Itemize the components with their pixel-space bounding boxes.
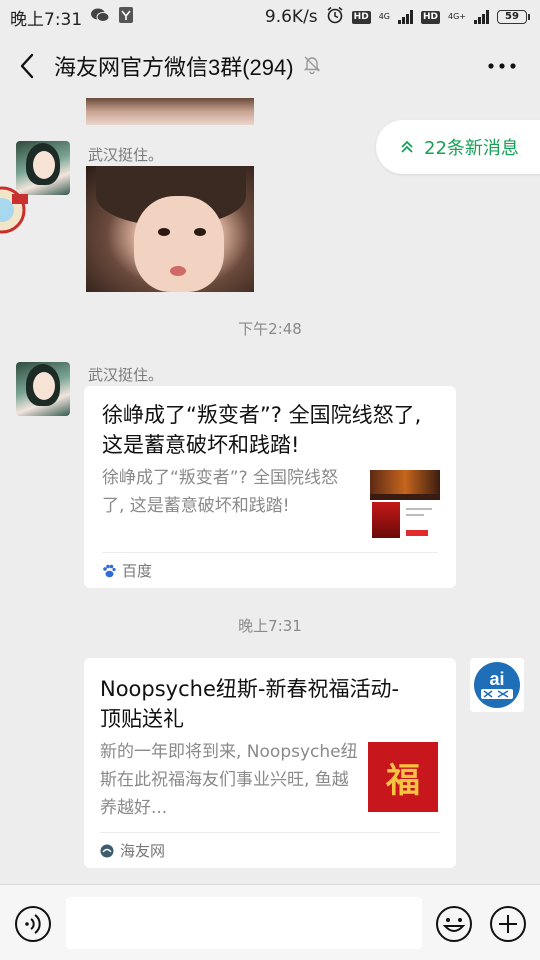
link-card-source-name: 百度 bbox=[122, 562, 153, 580]
message-timestamp: 下午2:48 bbox=[238, 320, 302, 338]
signal-icon bbox=[397, 10, 413, 24]
link-card-source-name-2: 海友网 bbox=[120, 842, 166, 860]
link-card-source: 百度 bbox=[102, 560, 152, 581]
link-card-thumbnail bbox=[370, 470, 440, 540]
link-card-description-2: 新的一年即将到来, Noopsyche纽斯在此祝福海友们事业兴旺, 鱼越养越好.… bbox=[100, 742, 358, 818]
previous-image-message[interactable] bbox=[86, 98, 254, 125]
new-messages-label: 22条新消息 bbox=[424, 138, 519, 159]
svg-text:ai: ai bbox=[489, 669, 504, 689]
sender-name-2: 武汉挺住。 bbox=[88, 366, 164, 384]
my-avatar[interactable]: ai bbox=[470, 658, 524, 712]
link-card-title: 徐峥成了“叛变者”? 全国院线怒了, 这是蓄意破坏和践踏! bbox=[102, 403, 422, 457]
image-message[interactable] bbox=[86, 166, 254, 292]
hd-badge-2: HD bbox=[420, 10, 440, 24]
voice-icon bbox=[15, 906, 51, 942]
plus-icon bbox=[490, 906, 526, 942]
thumb-fu-text: 福 bbox=[386, 760, 420, 801]
more-dots-icon bbox=[488, 63, 516, 69]
emoji-button[interactable] bbox=[435, 905, 473, 943]
link-card-source-2: 海友网 bbox=[100, 840, 165, 861]
alarm-icon bbox=[326, 6, 344, 29]
hd-badge: HD bbox=[351, 10, 371, 24]
link-card-description: 徐峥成了“叛变者”? 全国院线怒了, 这是蓄意破坏和践踏! bbox=[102, 468, 339, 516]
battery-icon: 59 bbox=[497, 10, 530, 24]
baidu-paw-icon bbox=[103, 564, 116, 577]
decorative-sticker bbox=[0, 184, 32, 240]
chevron-left-icon bbox=[20, 53, 34, 79]
ai-logo-icon: ai bbox=[474, 662, 520, 708]
network-type: 4G bbox=[378, 12, 390, 21]
double-chevron-up-icon bbox=[401, 140, 413, 153]
link-card-title-2: Noopsyche纽斯-新春祝福活动-顶贴送礼 bbox=[100, 677, 400, 731]
voice-input-button[interactable] bbox=[14, 905, 52, 943]
new-messages-button[interactable]: 22条新消息 bbox=[376, 120, 540, 174]
status-time: 晚上7:31 bbox=[10, 9, 83, 30]
link-card-news[interactable]: 徐峥成了“叛变者”? 全国院线怒了, 这是蓄意破坏和践踏! 徐峥成了“叛变者”?… bbox=[84, 386, 456, 588]
wechat-notification-icon bbox=[90, 7, 110, 28]
chat-header: 海友网官方微信3群(294) bbox=[0, 34, 540, 98]
status-bar: 晚上7:31 9.6K/s HD 4G HD 4G+ 59 bbox=[0, 0, 540, 34]
app-notification-icon bbox=[118, 6, 134, 29]
signal-icon-2 bbox=[474, 10, 489, 24]
message-timestamp-2: 晚上7:31 bbox=[238, 617, 302, 635]
network-type-2: 4G+ bbox=[448, 12, 466, 21]
link-card-thumbnail-2: 福 bbox=[368, 742, 438, 812]
emoji-icon bbox=[436, 906, 472, 942]
haiyou-logo-icon bbox=[100, 844, 114, 857]
more-functions-button[interactable] bbox=[489, 905, 527, 943]
sender-avatar-2[interactable] bbox=[16, 362, 70, 416]
back-button[interactable] bbox=[0, 34, 54, 98]
message-input[interactable] bbox=[66, 897, 422, 949]
sender-name: 武汉挺住。 bbox=[88, 146, 164, 164]
link-card-promo[interactable]: Noopsyche纽斯-新春祝福活动-顶贴送礼 新的一年即将到来, Noopsy… bbox=[84, 658, 456, 868]
chat-message-list[interactable]: 武汉挺住。 下午2:48 武汉挺住。 徐峥成了“叛变者”? 全国院线怒了, 这是… bbox=[0, 98, 540, 884]
mute-bell-icon bbox=[302, 54, 322, 78]
chat-title: 海友网官方微信3群(294) bbox=[54, 55, 294, 80]
battery-level: 59 bbox=[497, 10, 527, 24]
input-bar bbox=[0, 884, 540, 960]
net-speed: 9.6K/s bbox=[264, 7, 318, 27]
more-options-button[interactable] bbox=[482, 54, 522, 78]
